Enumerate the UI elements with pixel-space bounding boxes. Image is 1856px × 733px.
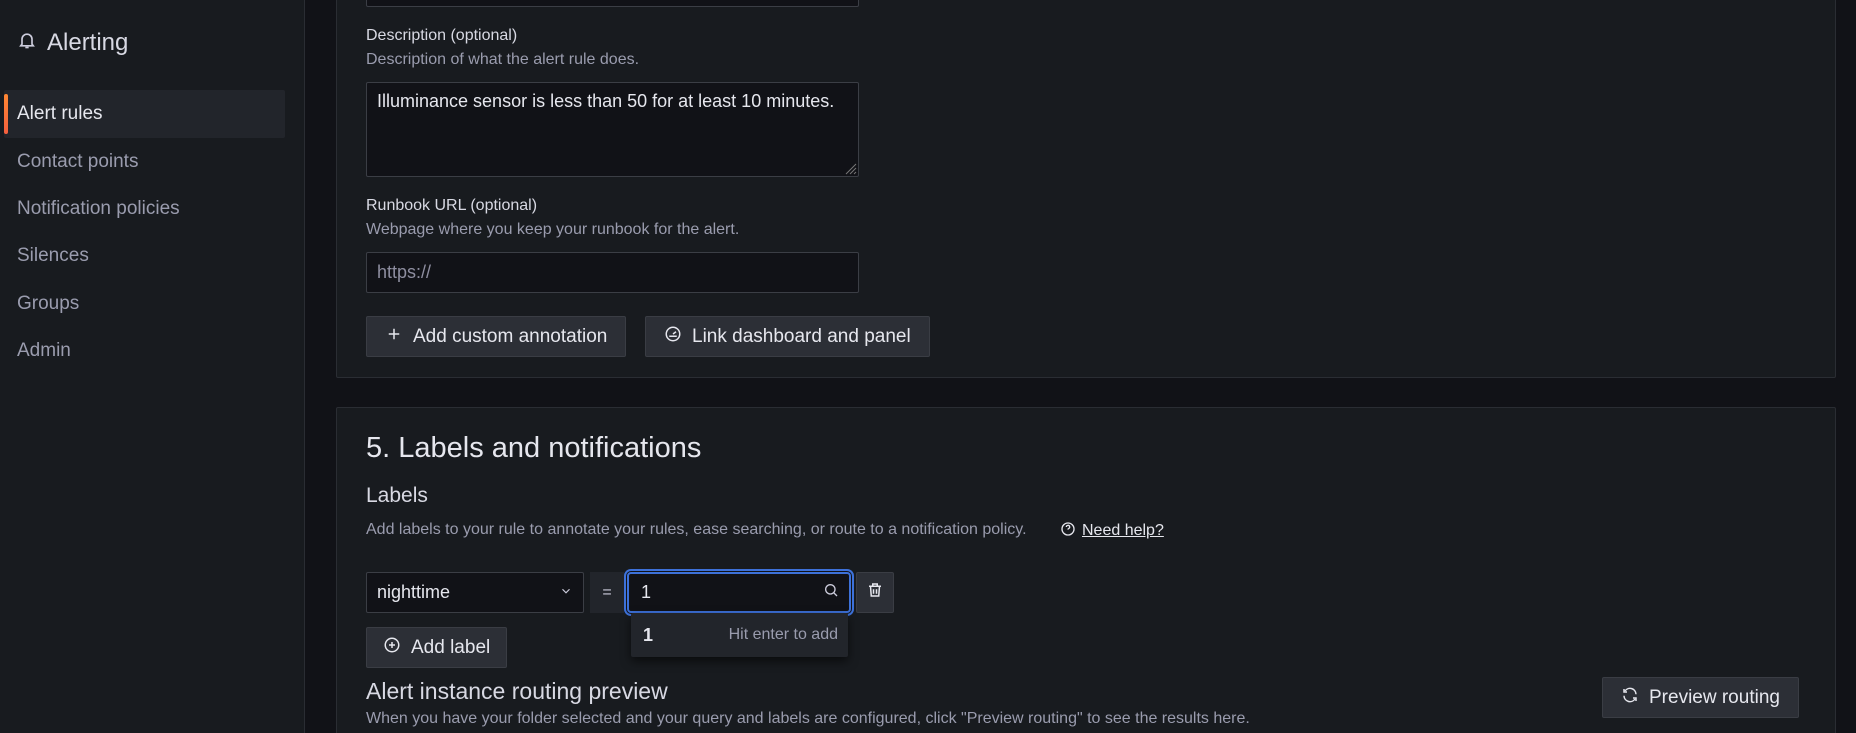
- delete-label-button[interactable]: [856, 572, 894, 613]
- description-help: Description of what the alert rule does.: [366, 51, 640, 68]
- runbook-label: Runbook URL (optional): [366, 197, 538, 214]
- label-key-value: nighttime: [377, 582, 451, 602]
- refresh-icon: [1621, 686, 1639, 710]
- resize-grip-icon[interactable]: [843, 161, 857, 175]
- search-icon: [823, 582, 839, 603]
- option-value: 1: [643, 624, 654, 645]
- add-label-button[interactable]: Add label: [366, 627, 508, 668]
- sidebar-item-alert-rules[interactable]: Alert rules: [4, 90, 285, 138]
- button-label: Add label: [411, 636, 491, 658]
- need-help-label: Need help?: [1082, 522, 1164, 539]
- runbook-url-input[interactable]: [366, 252, 859, 293]
- button-label: Preview routing: [1649, 686, 1780, 708]
- link-dashboard-button[interactable]: Link dashboard and panel: [645, 316, 930, 357]
- sidebar: Alerting Alert rules Contact points Noti…: [0, 0, 305, 733]
- sidebar-header: Alerting: [17, 27, 128, 59]
- sidebar-item-label: Groups: [17, 293, 80, 314]
- runbook-help: Webpage where you keep your runbook for …: [366, 221, 740, 238]
- routing-preview-help: When you have your folder selected and y…: [366, 710, 1250, 727]
- sidebar-item-label: Alert rules: [17, 103, 103, 124]
- description-label: Description (optional): [366, 27, 518, 44]
- question-circle-icon: [1060, 521, 1076, 542]
- trash-icon: [866, 581, 884, 604]
- sidebar-item-groups[interactable]: Groups: [4, 280, 285, 328]
- need-help-link[interactable]: Need help?: [1060, 520, 1164, 542]
- routing-preview-title: Alert instance routing preview: [366, 678, 668, 704]
- description-textarea[interactable]: Illuminance sensor is less than 50 for a…: [366, 82, 859, 177]
- labels-heading: Labels: [366, 484, 428, 507]
- label-value-input[interactable]: 1: [627, 572, 851, 613]
- chevron-down-icon: [559, 582, 573, 603]
- sidebar-item-label: Notification policies: [17, 198, 180, 219]
- section-title: 5. Labels and notifications: [366, 432, 702, 464]
- previous-textarea[interactable]: [366, 0, 859, 7]
- button-label: Link dashboard and panel: [692, 325, 911, 347]
- sidebar-item-label: Contact points: [17, 151, 139, 172]
- labels-help: Add labels to your rule to annotate your…: [366, 521, 1027, 538]
- plus-circle-icon: [383, 636, 401, 660]
- plus-icon: [385, 325, 403, 349]
- preview-routing-button[interactable]: Preview routing: [1602, 677, 1799, 718]
- sidebar-item-notification-policies[interactable]: Notification policies: [4, 185, 285, 233]
- bell-icon: [17, 29, 37, 57]
- sidebar-item-contact-points[interactable]: Contact points: [4, 138, 285, 186]
- option-hint: Hit enter to add: [728, 626, 838, 643]
- label-value-option[interactable]: 1 Hit enter to add: [631, 613, 848, 657]
- label-value-text: 1: [641, 582, 652, 602]
- label-key-select[interactable]: nighttime: [366, 572, 584, 613]
- add-custom-annotation-button[interactable]: Add custom annotation: [366, 316, 627, 357]
- sidebar-item-label: Silences: [17, 245, 89, 266]
- sidebar-item-silences[interactable]: Silences: [4, 232, 285, 280]
- sidebar-item-label: Admin: [17, 340, 71, 361]
- sidebar-item-admin[interactable]: Admin: [4, 327, 285, 375]
- button-label: Add custom annotation: [413, 325, 608, 347]
- dashboard-icon: [664, 325, 682, 349]
- operator-equals: =: [590, 572, 624, 613]
- sidebar-title: Alerting: [47, 29, 129, 56]
